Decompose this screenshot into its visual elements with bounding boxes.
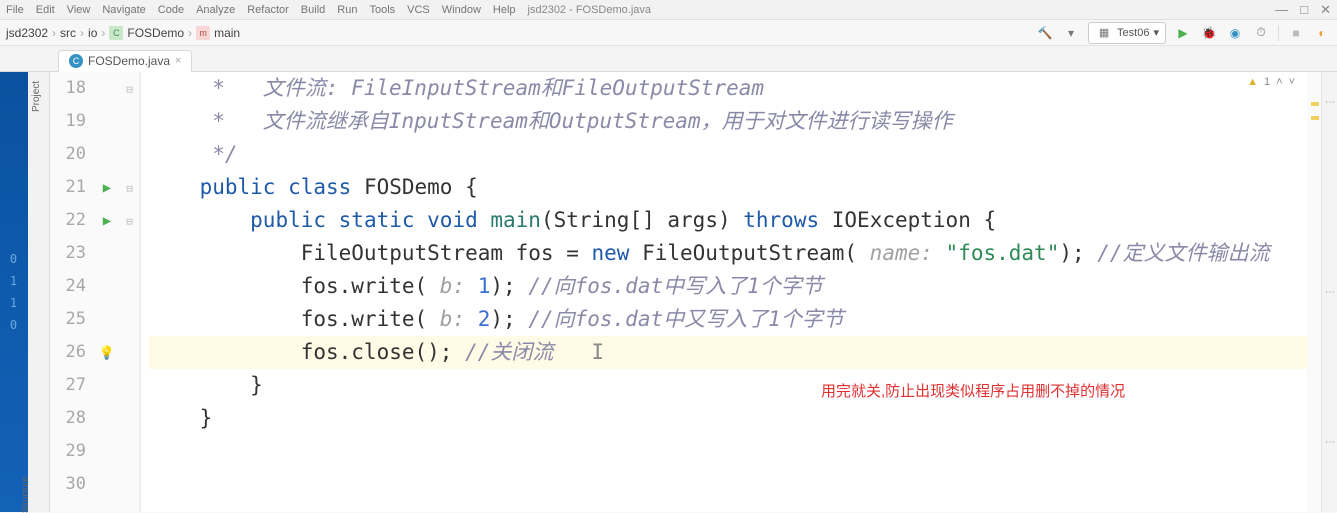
run-coverage-icon[interactable]: ◉ xyxy=(1226,24,1244,42)
chevron-down-icon: ▾ xyxy=(1153,26,1159,39)
class-icon: C xyxy=(109,26,123,40)
menu-item[interactable]: File xyxy=(6,4,24,16)
code-line[interactable]: public class FOSDemo { xyxy=(149,171,1307,204)
inspection-widget[interactable]: ▲ 1 ˄ ˅ xyxy=(1247,76,1295,88)
code-line[interactable]: */ xyxy=(149,138,1307,171)
line-number: 18 xyxy=(50,72,86,105)
debug-icon[interactable]: 🐞 xyxy=(1200,24,1218,42)
tool-stub[interactable]: ⋯ xyxy=(1324,92,1336,112)
chevron-down-icon[interactable]: ˅ xyxy=(1289,76,1295,88)
code-line[interactable]: } xyxy=(149,402,1307,435)
stop-icon[interactable]: ■ xyxy=(1287,24,1305,42)
tool-stub[interactable]: ⋯ xyxy=(1324,432,1336,452)
marker-warning[interactable] xyxy=(1311,116,1319,120)
project-tool-label: Project xyxy=(31,81,42,112)
code-line[interactable] xyxy=(149,435,1307,468)
left-app-stripe: 0 1 1 0 xyxy=(0,72,28,512)
line-number: 26 xyxy=(50,336,86,369)
line-number: 23 xyxy=(50,237,86,270)
close-tab-icon[interactable]: × xyxy=(175,55,181,67)
warning-icon: ▲ xyxy=(1247,76,1258,88)
menu-item[interactable]: Refactor xyxy=(247,4,289,16)
code-line[interactable]: * 文件流: FileInputStream和FileOutputStream xyxy=(149,72,1307,105)
code-line[interactable]: fos.write( b: 2); //向fos.dat中又写入了1个字节 xyxy=(149,303,1307,336)
chevron-up-icon[interactable]: ˄ xyxy=(1276,76,1282,88)
line-number: 27 xyxy=(50,369,86,402)
line-number: 22 xyxy=(50,204,86,237)
external-annotation: 用完就关,防止出现类似程序占用删不掉的情况 xyxy=(821,380,1125,401)
minimize-icon[interactable]: — xyxy=(1275,2,1288,18)
file-tab-active[interactable]: C FOSDemo.java × xyxy=(58,50,192,72)
breadcrumb-item[interactable]: src xyxy=(60,26,76,40)
menu-item[interactable]: Code xyxy=(158,4,184,16)
chevron-right-icon: › xyxy=(101,26,105,40)
menu-item[interactable]: Window xyxy=(442,4,481,16)
marker-warning[interactable] xyxy=(1311,102,1319,106)
menu-item[interactable]: Build xyxy=(301,4,325,16)
code-editor[interactable]: 18192021222324252627282930 ▶ ▶ 💡 ⊟ ⊟ ⊟ ▲ 1 ˄… xyxy=(50,72,1321,512)
fold-toggle-icon[interactable]: ⊟ xyxy=(126,83,133,96)
menu-bar: File Edit View Navigate Code Analyze Ref… xyxy=(0,0,1337,20)
tool-stub[interactable]: ⋯ xyxy=(1324,282,1336,302)
intention-bulb-icon[interactable]: 💡 xyxy=(99,346,115,361)
file-tab-label: FOSDemo.java xyxy=(88,54,170,68)
error-stripe[interactable] xyxy=(1307,72,1321,512)
breadcrumb-item[interactable]: FOSDemo xyxy=(127,26,184,40)
line-number: 20 xyxy=(50,138,86,171)
search-everywhere-icon[interactable]: ◐ xyxy=(1313,24,1331,42)
line-number: 29 xyxy=(50,435,86,468)
breadcrumb-item[interactable]: main xyxy=(214,26,240,40)
menu-item[interactable]: Help xyxy=(493,4,516,16)
menu-item[interactable]: Tools xyxy=(369,4,395,16)
line-number: 28 xyxy=(50,402,86,435)
chevron-down-icon[interactable]: ▾ xyxy=(1062,24,1080,42)
chevron-right-icon: › xyxy=(80,26,84,40)
breadcrumb-item[interactable]: jsd2302 xyxy=(6,26,48,40)
window-title: jsd2302 - FOSDemo.java xyxy=(528,4,652,16)
run-config-label: Test06 xyxy=(1117,27,1149,39)
menu-item[interactable]: VCS xyxy=(407,4,430,16)
maximize-icon[interactable]: □ xyxy=(1300,2,1308,18)
menu-item[interactable]: Navigate xyxy=(102,4,145,16)
line-number: 21 xyxy=(50,171,86,204)
code-line[interactable]: } xyxy=(149,369,1307,402)
run-icon[interactable]: ▶ xyxy=(1174,24,1192,42)
line-number: 19 xyxy=(50,105,86,138)
editor-tabs: C FOSDemo.java × xyxy=(0,46,1337,72)
chevron-right-icon: › xyxy=(188,26,192,40)
editor-gutter: 18192021222324252627282930 ▶ ▶ 💡 ⊟ ⊟ ⊟ xyxy=(50,72,141,512)
menu-item[interactable]: Analyze xyxy=(196,4,235,16)
code-line[interactable]: FileOutputStream fos = new FileOutputStr… xyxy=(149,237,1307,270)
run-gutter-icon[interactable]: ▶ xyxy=(103,213,111,229)
navigation-bar: jsd2302 › src › io › C FOSDemo › m main … xyxy=(0,20,1337,46)
project-tool-window-stripe[interactable]: Project xyxy=(28,72,50,512)
close-icon[interactable]: ✕ xyxy=(1320,2,1331,18)
code-line[interactable]: public static void main(String[] args) t… xyxy=(149,204,1307,237)
menu-item[interactable]: Run xyxy=(337,4,357,16)
chevron-right-icon: › xyxy=(52,26,56,40)
app-icon: ▦ xyxy=(1095,24,1113,42)
menu-item[interactable]: Edit xyxy=(36,4,55,16)
warning-count: 1 xyxy=(1264,76,1270,88)
fold-toggle-icon[interactable]: ⊟ xyxy=(126,182,133,195)
structure-tool-label[interactable]: Structure xyxy=(20,476,30,513)
code-line[interactable]: fos.close(); //关闭流 I xyxy=(149,336,1307,369)
fold-toggle-icon[interactable]: ⊟ xyxy=(126,215,133,228)
right-tool-stripe: ⋯ ⋯ ⋯ xyxy=(1321,72,1337,512)
class-icon: C xyxy=(69,54,83,68)
code-line[interactable] xyxy=(149,468,1307,501)
breadcrumb: jsd2302 › src › io › C FOSDemo › m main xyxy=(6,26,240,40)
build-icon[interactable]: 🔨 xyxy=(1036,24,1054,42)
code-line[interactable]: fos.write( b: 1); //向fos.dat中写入了1个字节 xyxy=(149,270,1307,303)
menu-item[interactable]: View xyxy=(67,4,91,16)
line-number: 25 xyxy=(50,303,86,336)
run-gutter-icon[interactable]: ▶ xyxy=(103,180,111,196)
line-number: 30 xyxy=(50,468,86,501)
breadcrumb-item[interactable]: io xyxy=(88,26,97,40)
code-line[interactable]: * 文件流继承自InputStream和OutputStream，用于对文件进行… xyxy=(149,105,1307,138)
profile-icon[interactable]: ⏱ xyxy=(1252,24,1270,42)
line-number: 24 xyxy=(50,270,86,303)
method-icon: m xyxy=(196,26,210,40)
run-config-selector[interactable]: ▦ Test06 ▾ xyxy=(1088,22,1166,44)
